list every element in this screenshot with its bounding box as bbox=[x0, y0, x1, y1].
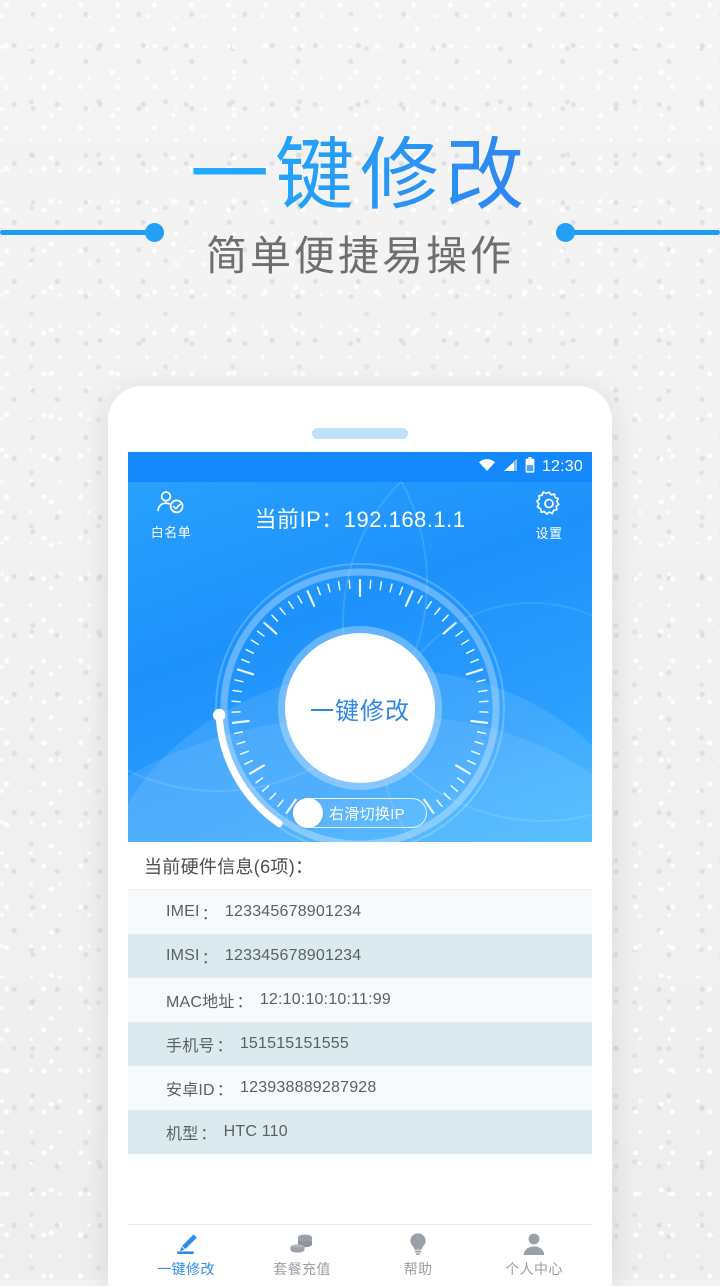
settings-label: 设置 bbox=[519, 523, 579, 542]
swipe-to-switch-ip-slider[interactable]: 右滑切换IP bbox=[293, 798, 427, 828]
info-row-key: 手机号 bbox=[166, 1032, 215, 1056]
cellular-signal-icon bbox=[503, 458, 518, 477]
decor-line-right bbox=[565, 230, 720, 235]
info-row-key: IMSI bbox=[166, 947, 200, 965]
nav-label-one-key-modify: 一键修改 bbox=[157, 1259, 215, 1279]
battery-icon bbox=[525, 457, 535, 478]
person-check-icon bbox=[156, 503, 186, 520]
promo-banner: 一键修改 简单便捷易操作 bbox=[0, 0, 720, 330]
person-icon bbox=[522, 1232, 546, 1256]
info-row-value: 123345678901234 bbox=[225, 903, 361, 921]
info-row-separator: ： bbox=[200, 1120, 216, 1144]
info-row-separator: ： bbox=[202, 900, 218, 924]
info-row: 手机号： 151515151555 bbox=[128, 1022, 592, 1066]
decor-line-left bbox=[0, 230, 155, 235]
coins-icon bbox=[289, 1232, 315, 1256]
settings-button[interactable]: 设置 bbox=[519, 490, 579, 542]
phone-screen: 12:30 当前IP：192.168.1.1 bbox=[128, 452, 592, 1286]
slider-knob[interactable] bbox=[293, 798, 323, 828]
pencil-icon bbox=[174, 1232, 199, 1256]
nav-item-recharge[interactable]: 套餐充值 bbox=[244, 1232, 360, 1279]
hero-panel: 当前IP：192.168.1.1 白名单 bbox=[128, 482, 592, 842]
info-row: IMSI： 123345678901234 bbox=[128, 934, 592, 978]
slider-label: 右滑切换IP bbox=[329, 803, 405, 824]
info-row-separator: ： bbox=[202, 944, 218, 968]
info-row-value: 151515151555 bbox=[240, 1035, 349, 1053]
hardware-info-header: 当前硬件信息(6项)： bbox=[128, 842, 592, 890]
one-key-modify-label: 一键修改 bbox=[310, 691, 410, 726]
nav-label-profile: 个人中心 bbox=[505, 1259, 563, 1279]
nav-item-profile[interactable]: 个人中心 bbox=[476, 1232, 592, 1279]
phone-mockup: 12:30 当前IP：192.168.1.1 bbox=[108, 386, 612, 1286]
gear-icon bbox=[535, 504, 563, 521]
info-row-key: 安卓ID bbox=[166, 1076, 215, 1100]
hardware-info-panel: 当前硬件信息(6项)： IMEI：123345678901234IMSI：123… bbox=[128, 842, 592, 1190]
info-row-value: 123938889287928 bbox=[240, 1079, 376, 1097]
info-row-separator: ： bbox=[217, 1032, 233, 1056]
info-row-separator: ： bbox=[217, 1076, 233, 1100]
info-row-separator: ： bbox=[237, 988, 253, 1012]
whitelist-button[interactable]: 白名单 bbox=[141, 490, 201, 541]
nav-item-help[interactable]: 帮助 bbox=[360, 1232, 476, 1279]
status-bar: 12:30 bbox=[128, 452, 592, 482]
hero-toolbar: 白名单 设置 bbox=[128, 490, 592, 546]
info-row-key: 机型 bbox=[166, 1120, 198, 1144]
nav-label-help: 帮助 bbox=[404, 1259, 433, 1279]
info-row-key: IMEI bbox=[166, 903, 200, 921]
info-row-key: MAC地址 bbox=[166, 988, 235, 1012]
info-row-value: 12:10:10:10:11:99 bbox=[260, 991, 391, 1009]
wifi-icon bbox=[478, 458, 496, 477]
info-row-value: HTC 110 bbox=[224, 1123, 288, 1141]
bottom-navigation: 一键修改 套餐充值 bbox=[128, 1224, 592, 1286]
promo-headline: 一键修改 bbox=[0, 136, 720, 215]
nav-label-recharge: 套餐充值 bbox=[273, 1259, 331, 1279]
status-bar-clock: 12:30 bbox=[542, 458, 583, 476]
info-row: 安卓ID： 123938889287928 bbox=[128, 1066, 592, 1110]
phone-speaker-grille bbox=[312, 428, 408, 439]
info-row: 机型： HTC 110 bbox=[128, 1110, 592, 1154]
list-filler bbox=[128, 1154, 592, 1190]
info-row: IMEI： 123345678901234 bbox=[128, 890, 592, 934]
lightbulb-icon bbox=[407, 1232, 429, 1256]
info-row: MAC地址： 12:10:10:10:11:99 bbox=[128, 978, 592, 1022]
hardware-info-header-text: 当前硬件信息(6项)： bbox=[144, 853, 313, 879]
nav-item-one-key-modify[interactable]: 一键修改 bbox=[128, 1232, 244, 1279]
promo-subheadline: 简单便捷易操作 bbox=[0, 236, 720, 277]
one-key-modify-button[interactable]: 一键修改 bbox=[285, 633, 435, 783]
whitelist-label: 白名单 bbox=[141, 522, 201, 541]
hardware-info-rows: IMEI：123345678901234IMSI：123345678901234… bbox=[128, 890, 592, 1154]
info-row-value: 123345678901234 bbox=[225, 947, 361, 965]
